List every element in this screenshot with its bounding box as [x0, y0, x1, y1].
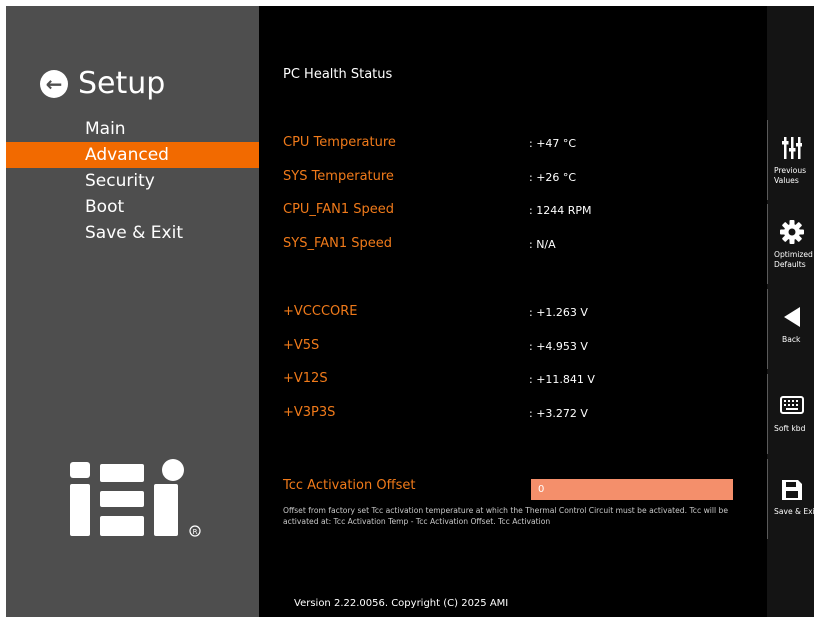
- reading-label: SYS Temperature: [283, 169, 394, 184]
- app-title: Setup: [78, 66, 166, 101]
- reading-value: : 1244 RPM: [529, 204, 592, 217]
- back-arrow-icon[interactable]: ←: [40, 69, 68, 98]
- sliders-icon: [768, 136, 814, 162]
- reading-row: SYS_FAN1 Speed : N/A: [283, 236, 753, 256]
- reading-label: +V5S: [283, 338, 320, 353]
- reading-row: CPU Temperature : +47 °C: [283, 135, 753, 155]
- iei-logo: R: [70, 459, 201, 537]
- optimized-defaults-label: Optimized Defaults: [774, 250, 813, 269]
- menu-item-advanced[interactable]: Advanced: [6, 142, 259, 168]
- reading-value: : N/A: [529, 238, 556, 251]
- optimized-defaults-button[interactable]: Optimized Defaults: [767, 204, 814, 284]
- reading-value: : +4.953 V: [529, 340, 588, 353]
- reading-row: +V3P3S : +3.272 V: [283, 405, 753, 425]
- previous-values-button[interactable]: Previous Values: [767, 120, 814, 200]
- menu-item-save-exit[interactable]: Save & Exit: [6, 220, 259, 246]
- main-panel: PC Health Status CPU Temperature : +47 °…: [259, 6, 767, 617]
- main-menu: Main Advanced Security Boot Save & Exit: [6, 116, 259, 246]
- reading-value: : +11.841 V: [529, 373, 595, 386]
- save-exit-label: Save & Exit: [774, 507, 814, 516]
- reading-label: +V3P3S: [283, 405, 336, 420]
- reading-row: +V12S : +11.841 V: [283, 371, 753, 391]
- reading-value: : +47 °C: [529, 137, 577, 150]
- svg-text:R: R: [193, 528, 198, 536]
- menu-item-main[interactable]: Main: [6, 116, 259, 142]
- save-exit-button[interactable]: Save & Exit: [767, 459, 814, 539]
- reading-label: CPU Temperature: [283, 135, 396, 150]
- gear-icon: [768, 220, 814, 246]
- action-bar: Previous Values Optimized Defaults Back: [767, 6, 814, 617]
- reading-row: +V5S : +4.953 V: [283, 338, 753, 358]
- page-title: PC Health Status: [283, 67, 393, 82]
- back-label: Back: [782, 335, 801, 344]
- menu-item-security[interactable]: Security: [6, 168, 259, 194]
- help-text: Offset from factory set Tcc activation t…: [283, 506, 729, 526]
- reading-label: +VCCCORE: [283, 304, 358, 319]
- tcc-offset-input[interactable]: 0: [531, 479, 733, 500]
- reading-value: : +26 °C: [529, 171, 577, 184]
- reading-row: CPU_FAN1 Speed : 1244 RPM: [283, 202, 753, 222]
- reading-row: +VCCCORE : +1.263 V: [283, 304, 753, 324]
- back-button[interactable]: Back: [767, 289, 814, 369]
- reading-label: +V12S: [283, 371, 328, 386]
- reading-value: : +1.263 V: [529, 306, 588, 319]
- soft-keyboard-label: Soft kbd: [774, 424, 806, 433]
- reading-value: : +3.272 V: [529, 407, 588, 420]
- setup-header: ← Setup: [40, 66, 165, 101]
- reading-row: SYS Temperature : +26 °C: [283, 169, 753, 189]
- reading-label: SYS_FAN1 Speed: [283, 236, 393, 251]
- save-icon: [768, 479, 814, 505]
- reading-label: CPU_FAN1 Speed: [283, 202, 394, 217]
- back-triangle-icon: [768, 305, 814, 331]
- previous-values-label: Previous Values: [774, 166, 807, 185]
- tcc-offset-label: Tcc Activation Offset: [283, 478, 416, 493]
- keyboard-icon: [768, 396, 814, 422]
- version-text: Version 2.22.0056. Copyright (C) 2025 AM…: [294, 598, 509, 609]
- soft-keyboard-button[interactable]: Soft kbd: [767, 374, 814, 454]
- menu-item-boot[interactable]: Boot: [6, 194, 259, 220]
